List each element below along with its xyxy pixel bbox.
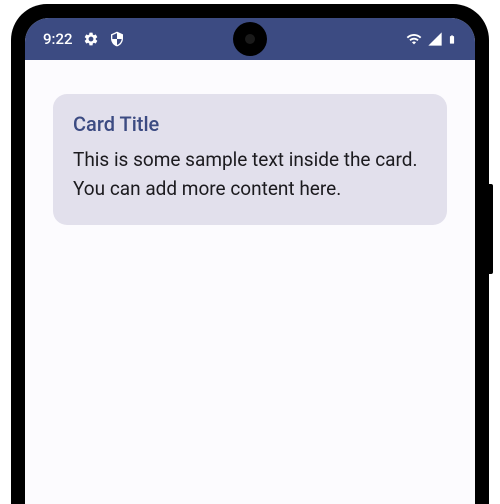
camera-notch [233,22,267,56]
settings-gear-icon [83,31,99,47]
shield-icon [109,31,125,47]
cellular-signal-icon [427,31,443,47]
battery-icon [447,31,457,48]
status-bar-right [405,31,457,48]
phone-side-button [489,184,493,274]
phone-frame: 9:22 Card [11,4,489,504]
content-area: Card Title This is some sample text insi… [25,60,475,259]
phone-screen: 9:22 Card [25,18,475,504]
card[interactable]: Card Title This is some sample text insi… [53,94,447,225]
card-body: This is some sample text inside the card… [73,146,427,203]
camera-dot [245,34,255,44]
status-time: 9:22 [43,30,73,48]
wifi-icon [405,31,423,47]
card-title: Card Title [73,112,427,136]
status-bar-left: 9:22 [43,30,125,48]
